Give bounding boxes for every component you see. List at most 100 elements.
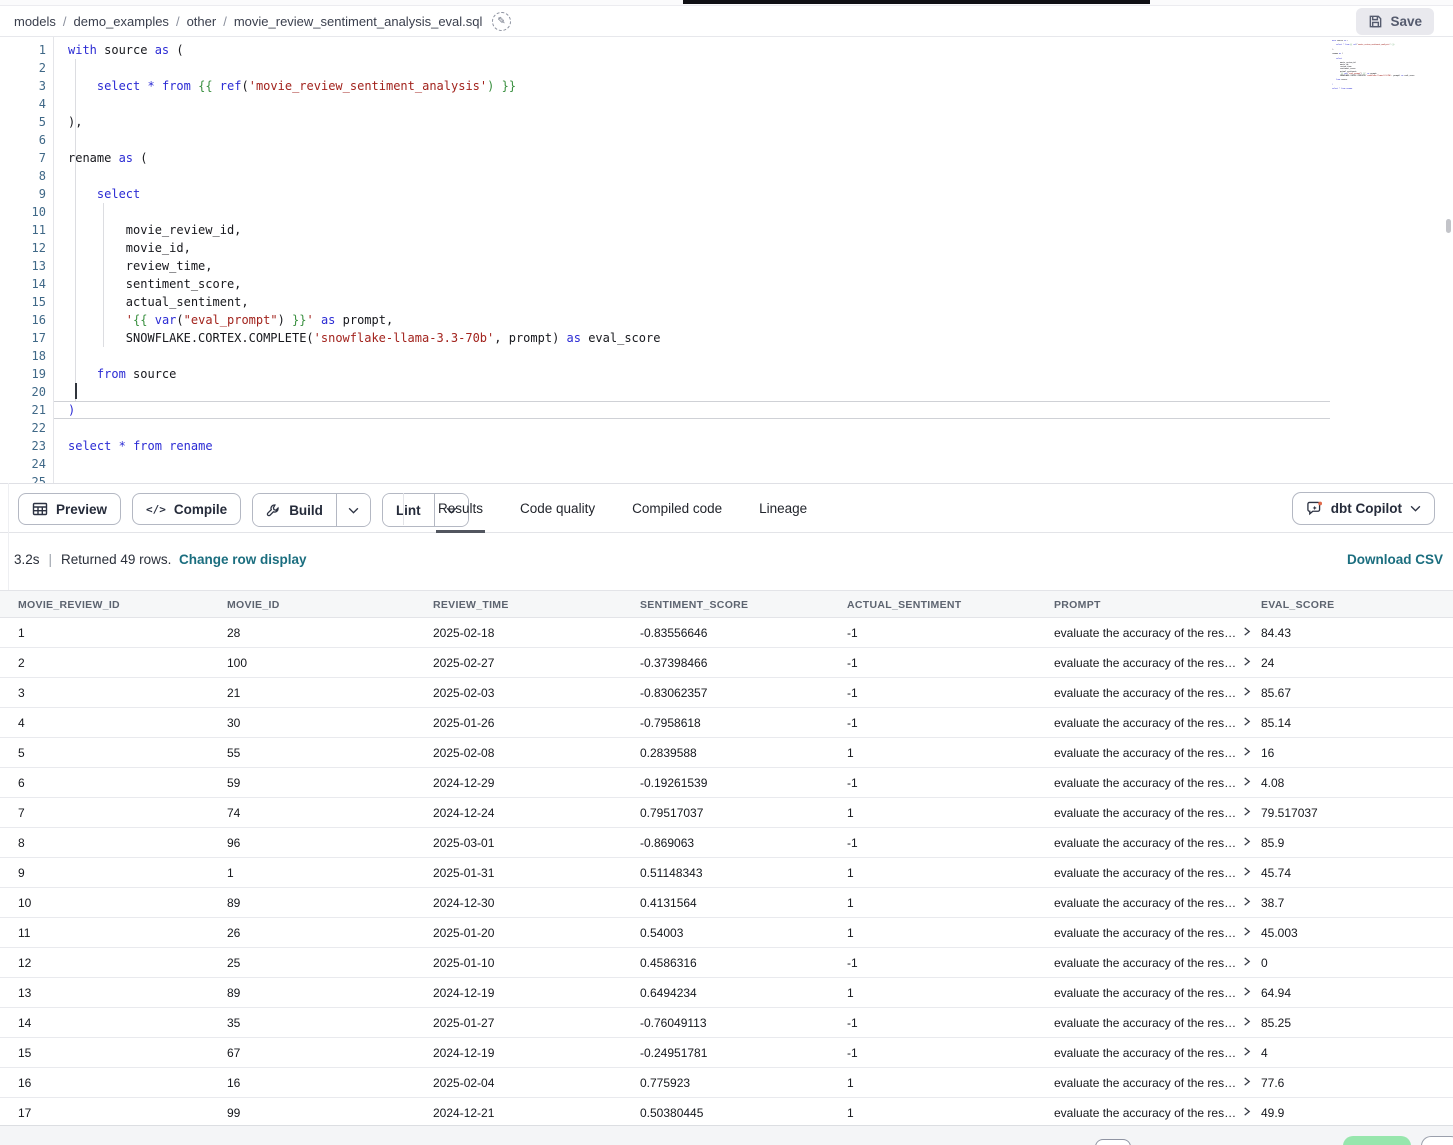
prompt-cell: evaluate the accuracy of the res… [1054, 1038, 1251, 1068]
table-cell: 79.517037 [1261, 798, 1318, 828]
table-cell: 2025-01-31 [433, 858, 494, 888]
expand-prompt-chevron-icon[interactable] [1242, 957, 1251, 966]
line-number-gutter: 1234567891011121314151617181920212223242… [8, 41, 46, 483]
table-cell: 7 [18, 798, 25, 828]
prompt-cell: evaluate the accuracy of the res… [1054, 738, 1251, 768]
dbt-copilot-button[interactable]: dbt Copilot [1292, 492, 1435, 525]
table-cell: -1 [847, 1038, 858, 1068]
table-row: 5552025-02-080.28395881evaluate the accu… [0, 738, 1453, 768]
prompt-cell: evaluate the accuracy of the res… [1054, 948, 1251, 978]
expand-prompt-chevron-icon[interactable] [1242, 1077, 1251, 1086]
expand-prompt-chevron-icon[interactable] [1242, 1107, 1251, 1116]
table-cell: 64.94 [1261, 978, 1291, 1008]
results-status-bar: 3.2s | Returned 49 rows. Change row disp… [0, 533, 1453, 590]
table-cell: 0.51148343 [640, 858, 703, 888]
wrench-icon [266, 503, 281, 518]
table-cell: 49.9 [1261, 1098, 1284, 1128]
table-cell: 2025-02-27 [433, 648, 494, 678]
expand-prompt-chevron-icon[interactable] [1242, 687, 1251, 696]
expand-prompt-chevron-icon[interactable] [1242, 867, 1251, 876]
expand-prompt-chevron-icon[interactable] [1242, 837, 1251, 846]
table-cell: 1 [227, 858, 234, 888]
table-row: 912025-01-310.511483431evaluate the accu… [0, 858, 1453, 888]
save-button[interactable]: Save [1356, 8, 1434, 35]
build-button[interactable]: Build [253, 494, 336, 526]
tab-compiled-code[interactable]: Compiled code [632, 484, 722, 533]
table-cell: 2025-01-10 [433, 948, 494, 978]
table-cell: 0.6494234 [640, 978, 697, 1008]
table-cell: 1 [847, 1068, 854, 1098]
table-cell: 77.6 [1261, 1068, 1284, 1098]
minimap[interactable]: with source as ( select * from {{ ref('m… [1332, 40, 1432, 94]
build-dropdown-chevron[interactable] [336, 494, 370, 526]
tab-code-quality-label: Code quality [520, 501, 595, 516]
expand-prompt-chevron-icon[interactable] [1242, 777, 1251, 786]
breadcrumb-segment[interactable]: other [187, 14, 217, 29]
change-row-display-link[interactable]: Change row display [179, 552, 307, 567]
table-cell: -1 [847, 648, 858, 678]
column-header-movie_review_id: MOVIE_REVIEW_ID [18, 591, 120, 619]
expand-prompt-chevron-icon[interactable] [1242, 1017, 1251, 1026]
tab-results-label: Results [438, 501, 483, 516]
table-cell: 1 [847, 918, 854, 948]
table-cell: 12 [18, 948, 31, 978]
breadcrumb-segment[interactable]: movie_review_sentiment_analysis_eval.sql [234, 14, 483, 29]
expand-prompt-chevron-icon[interactable] [1242, 927, 1251, 936]
prompt-cell: evaluate the accuracy of the res… [1054, 768, 1251, 798]
tab-code-quality[interactable]: Code quality [520, 484, 595, 533]
compile-button[interactable]: </> Compile [132, 493, 241, 525]
code-icon: </> [146, 503, 166, 516]
table-cell: 2 [18, 648, 25, 678]
prompt-cell: evaluate the accuracy of the res… [1054, 858, 1251, 888]
bottom-partial-green-button[interactable] [1343, 1136, 1411, 1145]
table-cell: -0.19261539 [640, 768, 707, 798]
sql-code-editor[interactable]: 1234567891011121314151617181920212223242… [0, 37, 1453, 483]
table-icon [32, 501, 48, 517]
expand-prompt-chevron-icon[interactable] [1242, 1047, 1251, 1056]
expand-prompt-chevron-icon[interactable] [1242, 987, 1251, 996]
table-row: 21002025-02-27-0.37398466-1evaluate the … [0, 648, 1453, 678]
table-cell: 2025-02-18 [433, 618, 494, 648]
expand-prompt-chevron-icon[interactable] [1242, 657, 1251, 666]
expand-prompt-chevron-icon[interactable] [1242, 897, 1251, 906]
expand-prompt-chevron-icon[interactable] [1242, 627, 1251, 636]
expand-prompt-chevron-icon[interactable] [1242, 747, 1251, 756]
expand-prompt-chevron-icon[interactable] [1242, 807, 1251, 816]
prompt-cell: evaluate the accuracy of the res… [1054, 1008, 1251, 1038]
lint-button[interactable]: Lint [383, 494, 434, 526]
table-row: 11262025-01-200.540031evaluate the accur… [0, 918, 1453, 948]
preview-button[interactable]: Preview [18, 493, 121, 525]
table-cell: 89 [227, 978, 240, 1008]
save-label: Save [1390, 14, 1422, 29]
compile-label: Compile [174, 502, 227, 517]
table-cell: -1 [847, 828, 858, 858]
tab-results[interactable]: Results [438, 484, 483, 533]
table-cell: 2024-12-30 [433, 888, 494, 918]
table-row: 13892024-12-190.64942341evaluate the acc… [0, 978, 1453, 1008]
table-cell: 2025-01-20 [433, 918, 494, 948]
code-content[interactable]: with source as ( select * from {{ ref('m… [68, 41, 660, 483]
editor-scrollbar-thumb[interactable] [1446, 219, 1451, 233]
table-row: 16162025-02-040.7759231evaluate the accu… [0, 1068, 1453, 1098]
prompt-cell: evaluate the accuracy of the res… [1054, 798, 1251, 828]
breadcrumb-segment[interactable]: demo_examples [74, 14, 169, 29]
table-row: 17992024-12-210.503804451evaluate the ac… [0, 1098, 1453, 1128]
table-cell: 45.74 [1261, 858, 1291, 888]
bottom-partial-outline-button[interactable] [1421, 1136, 1453, 1145]
table-cell: 1 [847, 738, 854, 768]
table-cell: 4 [18, 708, 25, 738]
lint-label: Lint [396, 503, 421, 518]
prompt-cell: evaluate the accuracy of the res… [1054, 828, 1251, 858]
tab-lineage[interactable]: Lineage [759, 484, 807, 533]
query-summary: 3.2s | Returned 49 rows. [14, 552, 171, 567]
download-csv-link[interactable]: Download CSV [1347, 552, 1443, 567]
table-cell: -1 [847, 678, 858, 708]
table-cell: -1 [847, 768, 858, 798]
table-cell: -0.7958618 [640, 708, 701, 738]
bottom-partial-button[interactable] [1095, 1139, 1131, 1145]
breadcrumb[interactable]: models/demo_examples/other/movie_review_… [14, 6, 482, 36]
breadcrumb-segment[interactable]: models [14, 14, 56, 29]
editor-toolbar: Preview </> Compile Build [0, 483, 1453, 533]
expand-prompt-chevron-icon[interactable] [1242, 717, 1251, 726]
table-cell: 2025-01-27 [433, 1008, 494, 1038]
